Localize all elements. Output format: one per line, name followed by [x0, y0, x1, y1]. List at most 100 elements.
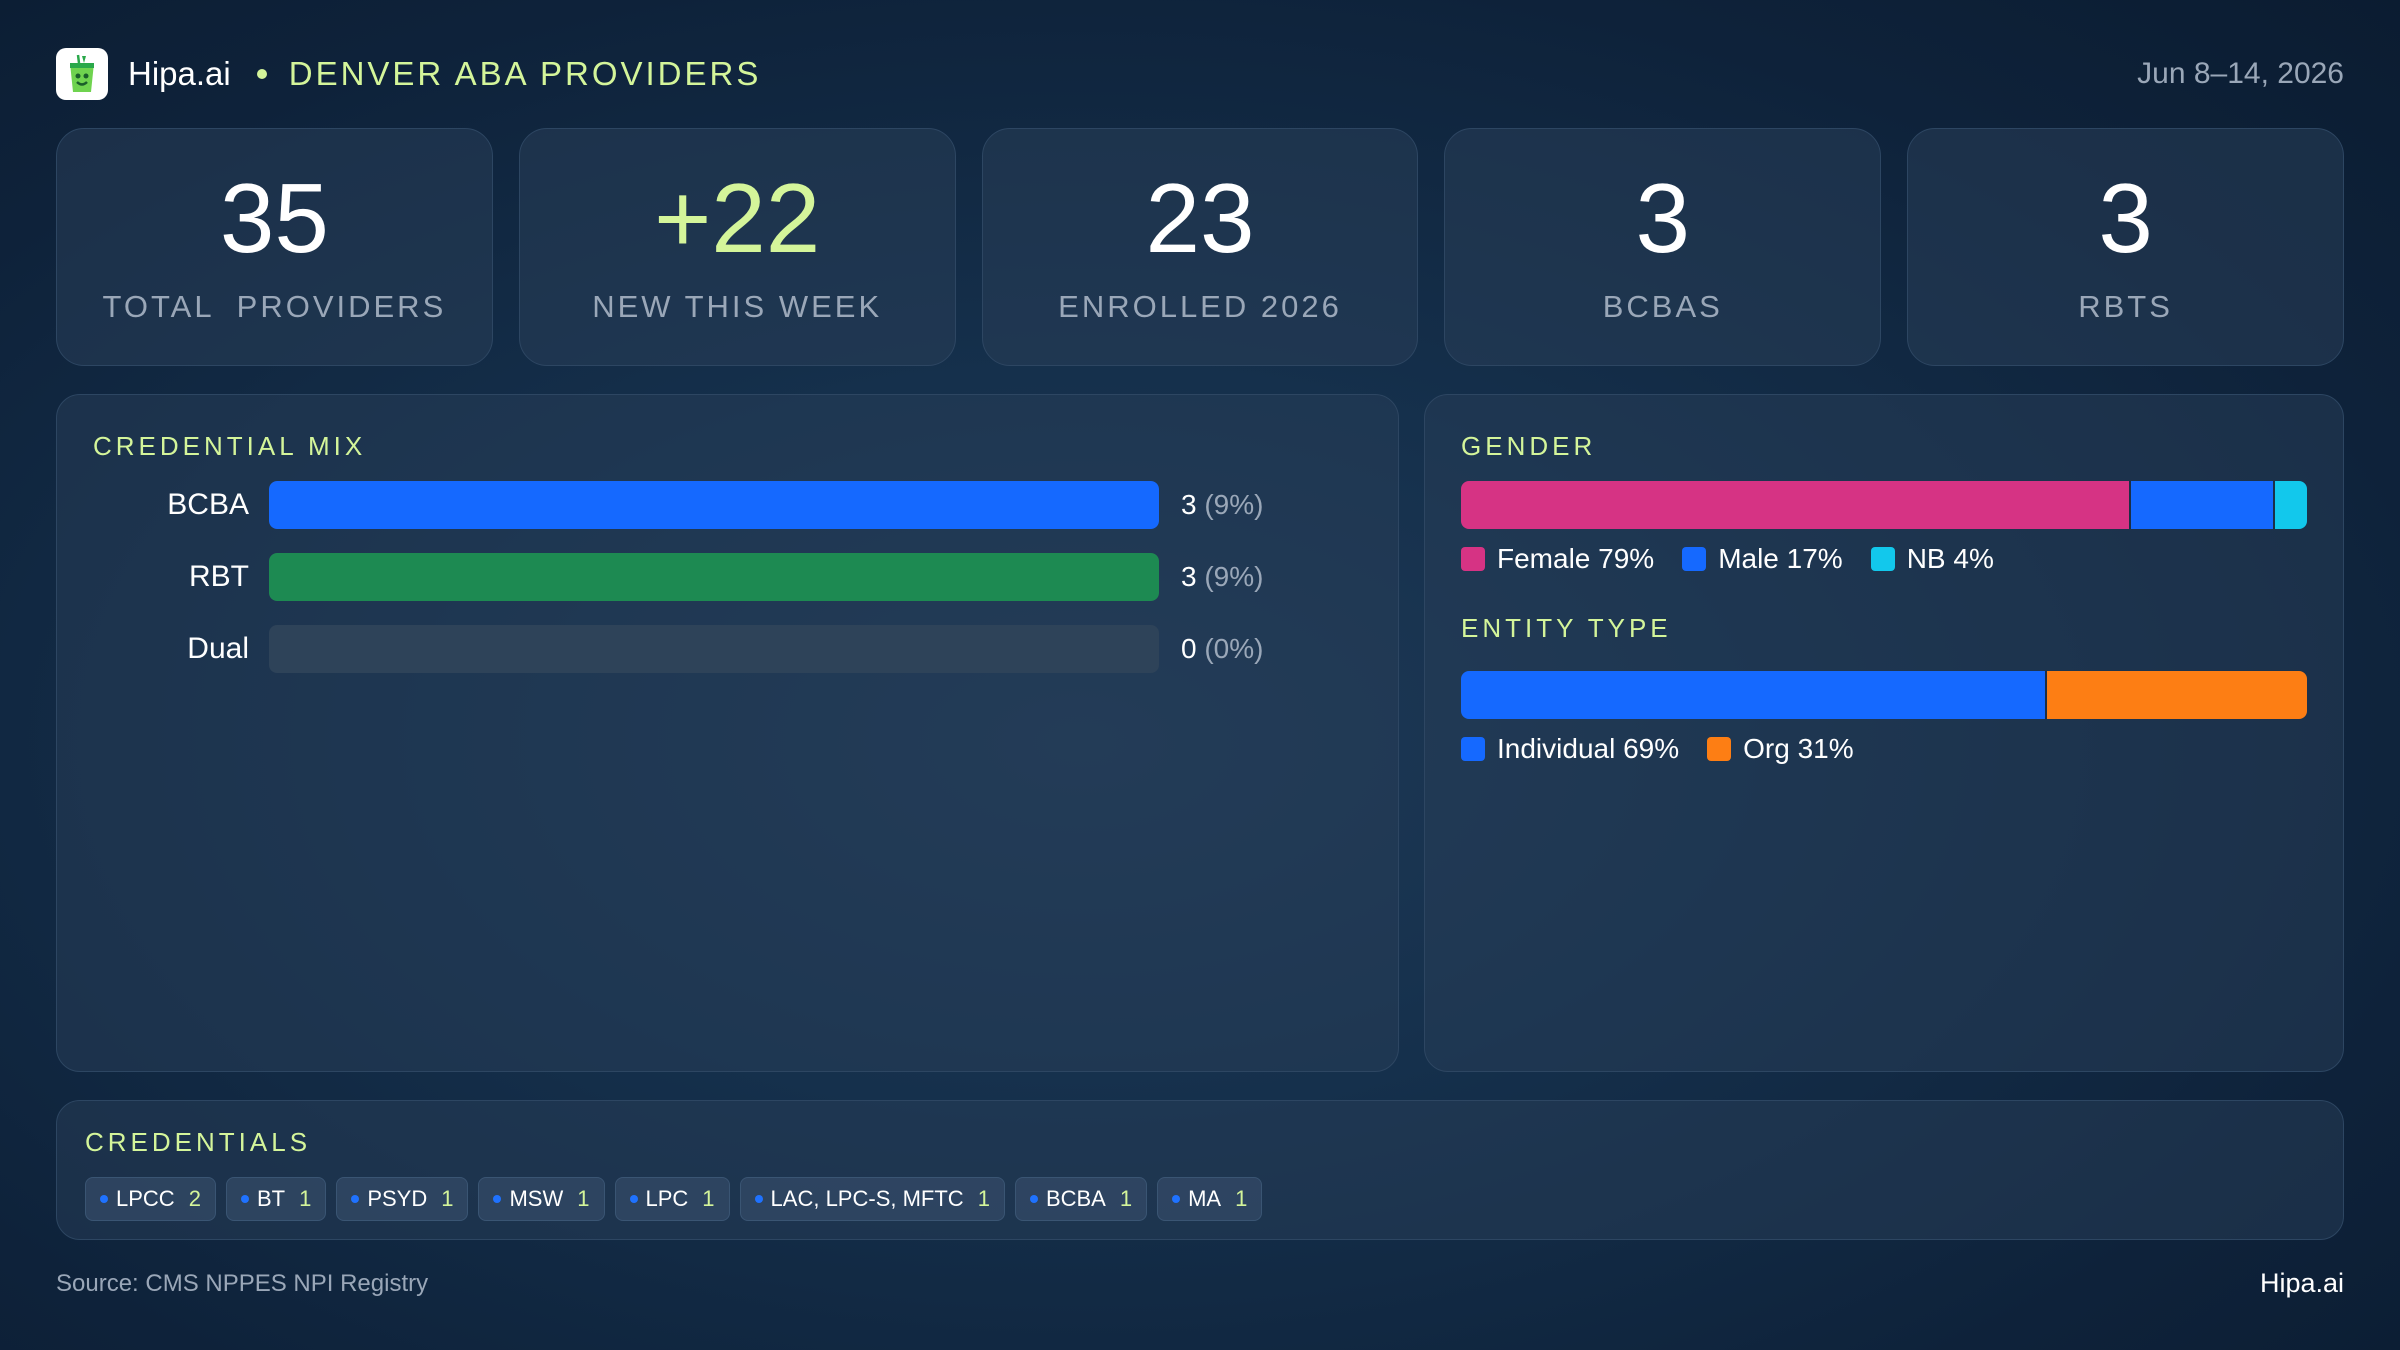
legend-swatch [1707, 737, 1732, 761]
legend-label: Male 17% [1718, 543, 1843, 574]
bar-fill [269, 553, 1159, 601]
stat-value: 23 [1145, 163, 1255, 273]
stat-value: 3 [1635, 163, 1691, 273]
bar-value: 3 (9%) [1181, 553, 1263, 601]
legend-swatch [1870, 547, 1895, 571]
legend-item-org: Org 31% [1707, 733, 1854, 765]
stat-label: TOTAL PROVIDERS [102, 289, 447, 324]
chip-label: LPCC [116, 1186, 175, 1211]
chip-dot-icon [351, 1195, 360, 1203]
bar-count: 0 [1181, 633, 1197, 664]
title-separator [256, 69, 267, 79]
chip-label: MA [1188, 1186, 1222, 1211]
gender-stacked-bar [1461, 481, 2307, 529]
gender-legend: Female 79% Male 17% NB 4% [1461, 543, 1994, 575]
bar-count: 3 [1181, 561, 1197, 592]
chip-dot-icon [100, 1195, 108, 1203]
credential-chip: LPCC 2 [85, 1177, 216, 1221]
bar-value: 0 (0%) [1181, 625, 1263, 673]
page-title: DENVER ABA PROVIDERS [288, 55, 762, 92]
stat-card-new-this-week: +22 NEW THIS WEEK [518, 128, 956, 366]
date-range: Jun 8–14, 2026 [2137, 57, 2344, 90]
chip-label: PSYD [367, 1186, 428, 1211]
entity-type-stacked-bar [1461, 671, 2307, 719]
chip-dot-icon [493, 1195, 502, 1203]
credential-chip: MSW 1 [478, 1177, 605, 1221]
bar-row-dual: Dual 0 (0%) [93, 625, 1393, 673]
chip-label: LPC [645, 1186, 689, 1211]
legend-item-nb: NB 4% [1870, 543, 1994, 575]
entity-type-title: ENTITY TYPE [1461, 613, 1672, 643]
stat-label: BCBAS [1602, 289, 1723, 324]
credential-mix-title: CREDENTIAL MIX [93, 431, 367, 461]
stats-row: 35 TOTAL PROVIDERS +22 NEW THIS WEEK 23 … [56, 128, 2344, 366]
bar-row-rbt: RBT 3 (9%) [93, 553, 1393, 601]
bar-label: RBT [189, 560, 249, 593]
bar-label: BCBA [167, 488, 249, 521]
credential-chip: LPC 1 [614, 1177, 730, 1221]
bar-percent: (0%) [1204, 633, 1264, 664]
credentials-title: CREDENTIALS [85, 1127, 312, 1157]
chip-count: 2 [188, 1186, 201, 1211]
bar-percent: (9%) [1204, 561, 1264, 592]
legend-item-male: Male 17% [1682, 543, 1843, 575]
credential-mix-panel: CREDENTIAL MIX BCBA 3 (9%) RBT 3 (9%) Du… [56, 394, 1399, 1072]
chip-dot-icon [629, 1195, 638, 1203]
chip-label: LAC, LPC-S, MFTC [770, 1186, 964, 1211]
brand-name: Hipa.ai [128, 55, 231, 92]
chip-label: MSW [509, 1186, 564, 1211]
demographics-panel: GENDER Female 79% Male 17% NB 4% ENTITY TY… [1424, 394, 2344, 1072]
bar-percent: (9%) [1204, 489, 1264, 520]
stat-value: 3 [2098, 163, 2153, 273]
legend-swatch [1461, 547, 1485, 571]
stack-segment-male [2129, 481, 2274, 529]
bar-track [269, 481, 1159, 529]
bar-value: 3 (9%) [1181, 481, 1263, 529]
chip-count: 1 [1119, 1186, 1133, 1211]
stat-card-bcbas: 3 BCBAS [1444, 128, 1882, 366]
credential-chip: MA 1 [1157, 1177, 1263, 1221]
stack-segment-female [1461, 481, 2130, 529]
source-note: Source: CMS NPPES NPI Registry [56, 1270, 429, 1297]
stat-value: 35 [219, 163, 329, 273]
bar-row-bcba: BCBA 3 (9%) [93, 481, 1393, 529]
stat-label: ENROLLED 2026 [1058, 289, 1342, 324]
legend-label: NB 4% [1906, 543, 1994, 574]
legend-label: Female 79% [1497, 543, 1655, 574]
chip-dot-icon [1029, 1195, 1038, 1203]
chip-dot-icon [754, 1195, 763, 1203]
chip-count: 1 [977, 1186, 990, 1211]
entity-type-legend: Individual 69% Org 31% [1461, 733, 1854, 765]
chip-label: BT [256, 1186, 286, 1211]
legend-label: Org 31% [1743, 733, 1854, 764]
stat-card-rbts: 3 RBTS [1907, 128, 2344, 366]
footer-brand: Hipa.ai [2259, 1268, 2344, 1298]
header: Hipa.ai DENVER ABA PROVIDERS Jun 8–14, 2… [56, 48, 2344, 100]
legend-swatch [1461, 737, 1485, 761]
legend-swatch [1682, 547, 1707, 571]
chip-label: BCBA [1045, 1186, 1106, 1211]
credentials-panel: CREDENTIALS LPCC 2 BT 1 PSYD 1 MSW 1 LPC 1 LAC, LP… [56, 1100, 2344, 1240]
credential-chip: BT 1 [225, 1177, 327, 1221]
stack-segment-nb [2273, 481, 2307, 529]
stat-label: RBTS [2078, 289, 2173, 324]
credential-chip: BCBA 1 [1014, 1177, 1148, 1221]
bar-track [269, 625, 1159, 673]
stat-card-enrolled: 23 ENROLLED 2026 [981, 128, 1419, 366]
chip-count: 1 [1235, 1186, 1248, 1211]
bar-fill [269, 481, 1159, 529]
bar-track [269, 553, 1159, 601]
chip-count: 1 [441, 1186, 454, 1211]
credential-chip: LAC, LPC-S, MFTC 1 [739, 1177, 1005, 1221]
chip-count: 1 [577, 1186, 590, 1211]
legend-label: Individual 69% [1497, 733, 1680, 764]
credential-chip: PSYD 1 [336, 1177, 469, 1221]
chip-count: 1 [702, 1186, 715, 1211]
stack-segment-org [2044, 671, 2307, 719]
credential-chip-list: LPCC 2 BT 1 PSYD 1 MSW 1 LPC 1 LAC, LPC-S, MFTC 1 BC… [85, 1177, 1263, 1221]
stat-card-total-providers: 35 TOTAL PROVIDERS [56, 128, 493, 366]
bar-count: 3 [1181, 489, 1197, 520]
drink-cup-icon [56, 48, 108, 100]
stack-segment-individual [1461, 671, 2045, 719]
stat-label: NEW THIS WEEK [592, 289, 883, 324]
